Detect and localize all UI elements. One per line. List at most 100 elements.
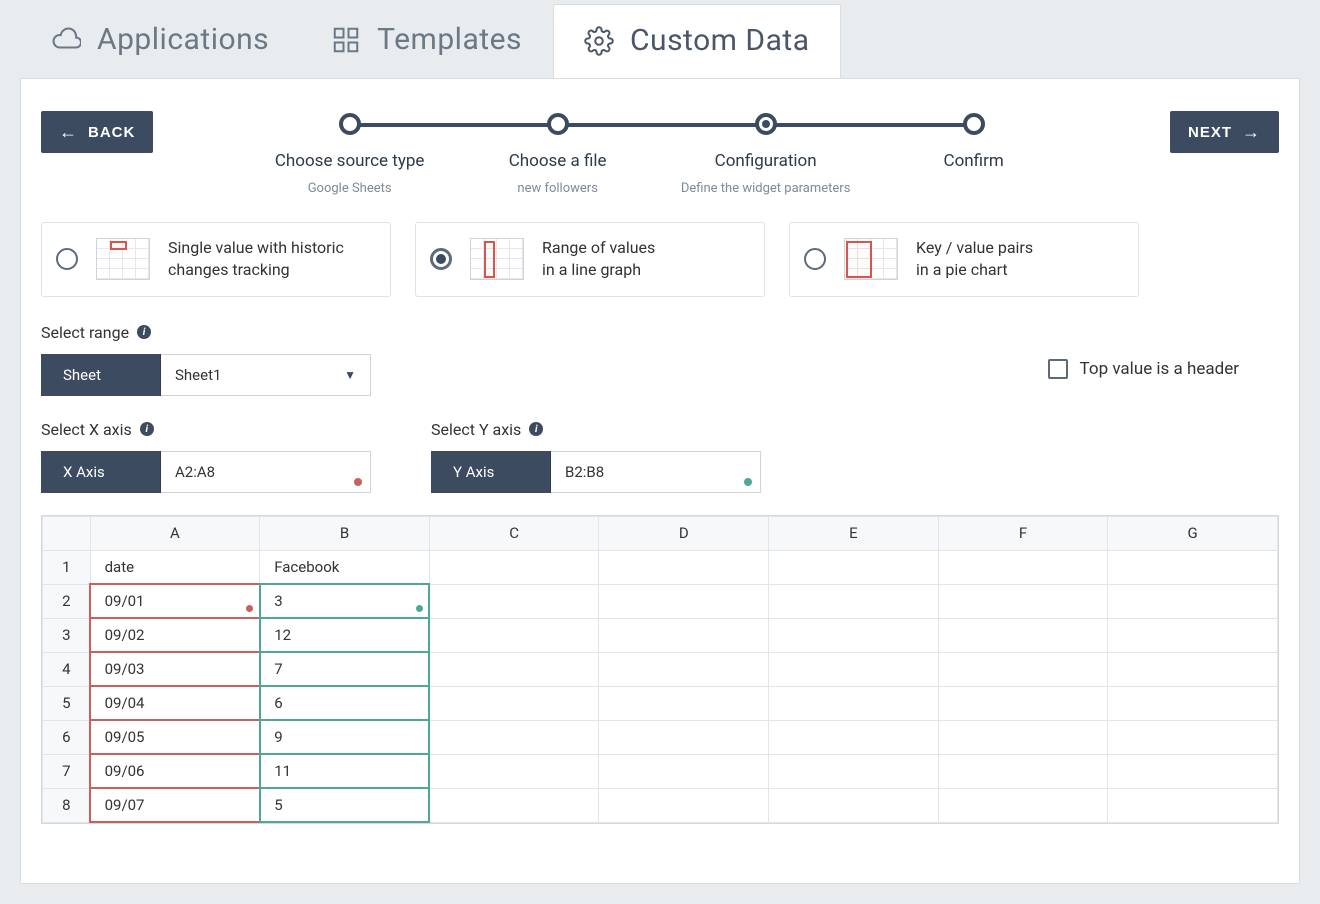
step-source-type[interactable]: Choose source type Google Sheets	[246, 113, 454, 196]
cell[interactable]: 3	[260, 584, 430, 618]
cell[interactable]	[938, 550, 1108, 584]
table-row[interactable]: 809/075	[43, 788, 1278, 822]
col-header[interactable]: B	[260, 516, 430, 550]
next-button[interactable]: NEXT →	[1170, 111, 1279, 153]
cell[interactable]	[429, 550, 599, 584]
cell[interactable]	[429, 788, 599, 822]
cell[interactable]	[769, 686, 939, 720]
cell[interactable]: 09/01	[90, 584, 260, 618]
table-row[interactable]: 709/0611	[43, 754, 1278, 788]
cell[interactable]	[769, 618, 939, 652]
cell[interactable]	[429, 754, 599, 788]
cell[interactable]	[1108, 754, 1278, 788]
cell[interactable]	[769, 788, 939, 822]
table-row[interactable]: 609/059	[43, 720, 1278, 754]
col-header[interactable]: D	[599, 516, 769, 550]
cell[interactable]	[599, 720, 769, 754]
cell[interactable]: 11	[260, 754, 430, 788]
cell[interactable]: Facebook	[260, 550, 430, 584]
cell[interactable]	[429, 686, 599, 720]
cell[interactable]	[1108, 618, 1278, 652]
cell[interactable]: 09/02	[90, 618, 260, 652]
cell[interactable]: 09/05	[90, 720, 260, 754]
col-header[interactable]: C	[429, 516, 599, 550]
col-header[interactable]: A	[90, 516, 260, 550]
cell[interactable]	[599, 788, 769, 822]
row-number[interactable]: 1	[43, 550, 91, 584]
cell[interactable]: 09/07	[90, 788, 260, 822]
row-number[interactable]: 4	[43, 652, 91, 686]
cell[interactable]	[599, 652, 769, 686]
cell[interactable]	[1108, 720, 1278, 754]
cell[interactable]	[938, 618, 1108, 652]
cell[interactable]	[938, 652, 1108, 686]
cell[interactable]	[429, 720, 599, 754]
cell[interactable]	[599, 618, 769, 652]
cell[interactable]: 09/04	[90, 686, 260, 720]
option-single-value[interactable]: Single value with historicchanges tracki…	[41, 222, 391, 297]
cell[interactable]: date	[90, 550, 260, 584]
spreadsheet-preview[interactable]: A B C D E F G 1dateFacebook209/013309/02…	[41, 515, 1279, 824]
table-row[interactable]: 209/013	[43, 584, 1278, 618]
cell[interactable]	[938, 584, 1108, 618]
option-pie-chart[interactable]: Key / value pairsin a pie chart	[789, 222, 1139, 297]
row-number[interactable]: 2	[43, 584, 91, 618]
cell[interactable]	[1108, 686, 1278, 720]
cell[interactable]	[769, 754, 939, 788]
cell[interactable]	[938, 720, 1108, 754]
cell[interactable]: 6	[260, 686, 430, 720]
col-header[interactable]: G	[1108, 516, 1278, 550]
back-button[interactable]: ← BACK	[41, 111, 153, 153]
cell[interactable]	[1108, 788, 1278, 822]
table-row[interactable]: 309/0212	[43, 618, 1278, 652]
cell[interactable]	[429, 584, 599, 618]
option-line-graph[interactable]: Range of valuesin a line graph	[415, 222, 765, 297]
cell[interactable]	[1108, 550, 1278, 584]
row-number[interactable]: 8	[43, 788, 91, 822]
info-icon[interactable]: i	[137, 325, 151, 339]
sheet-value: Sheet1	[175, 366, 221, 384]
cell[interactable]	[769, 652, 939, 686]
sheet-select[interactable]: Sheet Sheet1 ▼	[41, 354, 371, 396]
cell[interactable]: 12	[260, 618, 430, 652]
cell[interactable]: 7	[260, 652, 430, 686]
table-row[interactable]: 1dateFacebook	[43, 550, 1278, 584]
cell[interactable]	[1108, 652, 1278, 686]
tab-custom-data[interactable]: Custom Data	[553, 4, 841, 78]
row-number[interactable]: 5	[43, 686, 91, 720]
cell[interactable]	[938, 754, 1108, 788]
col-header[interactable]: F	[938, 516, 1108, 550]
tab-templates[interactable]: Templates	[300, 3, 553, 78]
cell[interactable]	[429, 618, 599, 652]
cell[interactable]	[938, 686, 1108, 720]
row-number[interactable]: 6	[43, 720, 91, 754]
cell[interactable]	[429, 652, 599, 686]
tab-applications[interactable]: Applications	[20, 3, 300, 78]
info-icon[interactable]: i	[140, 422, 154, 436]
cloud-icon	[51, 25, 81, 55]
cell[interactable]	[599, 550, 769, 584]
cell[interactable]	[1108, 584, 1278, 618]
button-label: NEXT	[1188, 124, 1232, 141]
row-number[interactable]: 7	[43, 754, 91, 788]
cell[interactable]	[599, 686, 769, 720]
config-scroll[interactable]: Single value with historicchanges tracki…	[21, 214, 1299, 883]
y-axis-input[interactable]: Y Axis B2:B8	[431, 451, 761, 493]
cell[interactable]	[599, 584, 769, 618]
col-header[interactable]: E	[769, 516, 939, 550]
row-number[interactable]: 3	[43, 618, 91, 652]
x-axis-input[interactable]: X Axis A2:A8	[41, 451, 371, 493]
table-row[interactable]: 509/046	[43, 686, 1278, 720]
cell[interactable]: 5	[260, 788, 430, 822]
cell[interactable]	[938, 788, 1108, 822]
cell[interactable]	[599, 754, 769, 788]
cell[interactable]: 09/03	[90, 652, 260, 686]
cell[interactable]	[769, 720, 939, 754]
table-row[interactable]: 409/037	[43, 652, 1278, 686]
cell[interactable]: 09/06	[90, 754, 260, 788]
header-checkbox[interactable]: Top value is a header	[1048, 359, 1239, 379]
info-icon[interactable]: i	[529, 422, 543, 436]
cell[interactable]: 9	[260, 720, 430, 754]
cell[interactable]	[769, 550, 939, 584]
cell[interactable]	[769, 584, 939, 618]
